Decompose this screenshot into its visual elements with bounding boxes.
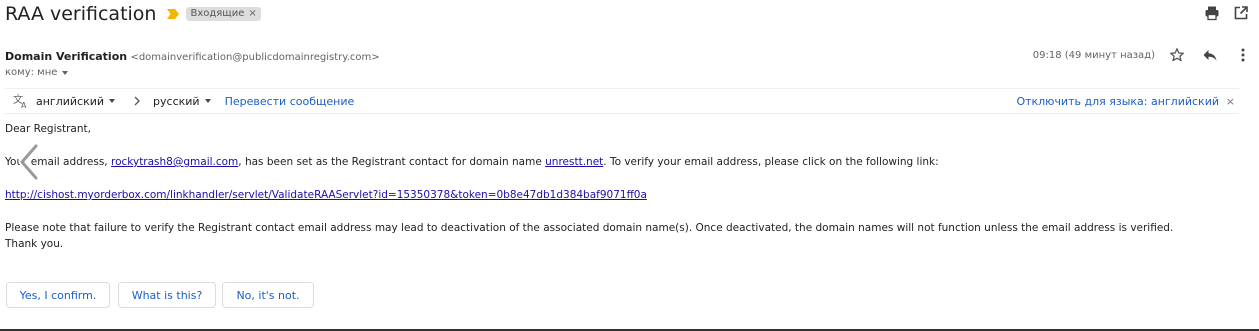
chevron-down-icon <box>204 99 211 103</box>
chevron-down-icon <box>109 99 116 103</box>
smart-reply-button[interactable]: No, it's not. <box>222 282 314 308</box>
close-translate-bar-button[interactable]: × <box>1226 95 1235 108</box>
smart-reply-button[interactable]: Yes, I confirm. <box>6 282 110 308</box>
sender-row: Domain Verification <domainverification@… <box>5 49 380 63</box>
source-language-select[interactable]: английский <box>36 94 116 108</box>
subject-row: RAA verification Входящие × <box>5 2 261 26</box>
open-in-new-window-icon[interactable] <box>1233 5 1249 21</box>
greeting: Dear Registrant, <box>5 123 91 135</box>
recipient-details-toggle[interactable]: кому: мне <box>5 67 69 78</box>
label-important-icon[interactable] <box>166 8 180 20</box>
translate-message-link[interactable]: Перевести сообщение <box>225 95 355 108</box>
more-vert-icon[interactable] <box>1235 47 1251 63</box>
star-icon[interactable] <box>1169 47 1185 63</box>
chevron-left-icon[interactable] <box>14 142 44 182</box>
sender-email: <domainverification@publicdomainregistry… <box>130 52 380 63</box>
target-language-label: русский <box>153 94 200 108</box>
chevron-down-icon <box>62 70 69 75</box>
source-language-label: английский <box>36 94 105 108</box>
domain-link[interactable]: unrestt.net <box>545 156 603 168</box>
translate-bar: 文 A английский русский Перевести сообщен… <box>5 88 1239 114</box>
registrant-email-link[interactable]: rockytrash8@gmail.com <box>111 156 238 168</box>
inbox-label-text: Входящие <box>190 8 245 19</box>
body-line-registrant: Your email address, rockytrash8@gmail.co… <box>5 156 939 168</box>
recipient-text: кому: мне <box>5 67 58 78</box>
disable-translation-link[interactable]: Отключить для языка: английский <box>1016 95 1219 108</box>
remove-label-button[interactable]: × <box>248 8 256 19</box>
verification-link-line: http://cishost.myorderbox.com/linkhandle… <box>5 189 647 201</box>
email-subject: RAA verification <box>5 3 157 25</box>
svg-text:A: A <box>21 101 27 109</box>
print-icon[interactable] <box>1204 5 1220 21</box>
reply-icon[interactable] <box>1202 47 1218 63</box>
top-actions <box>1204 5 1249 21</box>
body-text-segment: . To verify your email address, please c… <box>603 156 939 168</box>
message-meta: 09:18 (49 минут назад) <box>1033 47 1251 63</box>
translate-icon: 文 A <box>13 93 27 109</box>
verification-link[interactable]: http://cishost.myorderbox.com/linkhandle… <box>5 189 647 201</box>
body-text-segment: , has been set as the Registrant contact… <box>238 156 546 168</box>
inbox-label-chip: Входящие × <box>186 7 261 21</box>
chevron-right-icon <box>134 96 140 106</box>
body-note: Please note that failure to verify the R… <box>5 222 1174 234</box>
target-language-select[interactable]: русский <box>153 95 211 108</box>
smart-reply-button[interactable]: What is this? <box>118 282 216 308</box>
message-time: 09:18 (49 минут назад) <box>1032 49 1155 61</box>
body-thanks: Thank you. <box>5 238 64 250</box>
sender-name[interactable]: Domain Verification <box>5 50 127 63</box>
